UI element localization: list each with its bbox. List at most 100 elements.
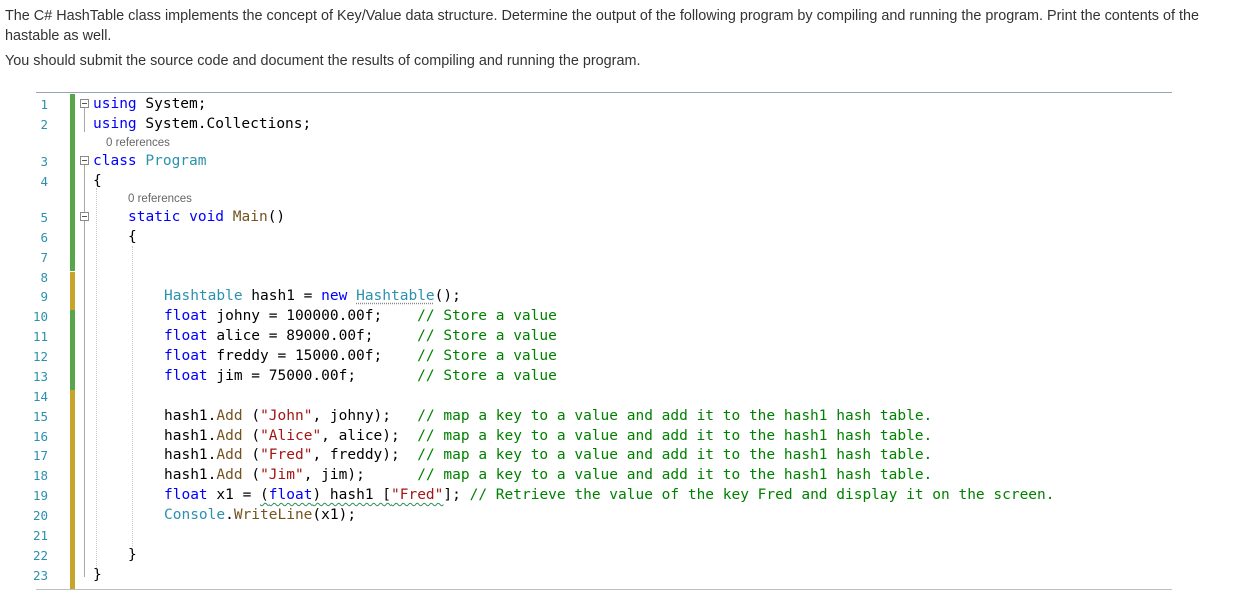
johny-declaration: johny = 100000.00f; xyxy=(207,308,418,324)
argument-johny: , johny); xyxy=(312,408,418,424)
hash1-ref: hash1. xyxy=(164,428,217,444)
type-hashtable-constructor: Hashtable xyxy=(356,288,435,304)
class-console: Console xyxy=(164,507,226,523)
hash1-declaration: hash1 = xyxy=(242,288,322,304)
open-brace: { xyxy=(93,173,102,189)
close-brace: } xyxy=(93,567,102,583)
cast-rest: ) hash1 [ xyxy=(312,487,392,503)
comment-store-value: // Store a value xyxy=(417,308,557,324)
open-paren: ( xyxy=(242,428,261,444)
line-number: 1 xyxy=(40,97,48,112)
comment-store-value: // Store a value xyxy=(417,328,557,344)
line-number: 23 xyxy=(32,568,48,583)
x1-declaration: x1 = xyxy=(207,487,261,503)
change-indicator-modified xyxy=(70,272,75,310)
code-line-10[interactable]: float johny = 100000.00f; // Store a val… xyxy=(164,306,557,326)
line-number: 2 xyxy=(40,117,48,132)
line-number: 6 xyxy=(40,230,48,245)
code-line-3[interactable]: class Program xyxy=(93,151,207,171)
keyword-class: class xyxy=(93,153,137,169)
argument-jim: , jim); xyxy=(303,467,418,483)
comment-store-value: // Store a value xyxy=(417,368,557,384)
line-number: 11 xyxy=(32,329,48,344)
code-line-2[interactable]: using System.Collections; xyxy=(93,114,311,134)
code-line-20[interactable]: Console.WriteLine(x1); xyxy=(164,505,356,525)
open-paren: ( xyxy=(242,447,261,463)
parens: () xyxy=(267,209,286,225)
code-line-1[interactable]: using System; xyxy=(93,94,207,114)
indent-guide xyxy=(96,188,97,568)
comment-retrieve-value: // Retrieve the value of the key Fred an… xyxy=(460,487,1055,503)
hash1-ref: hash1. xyxy=(164,447,217,463)
code-line-5[interactable]: static void Main() xyxy=(128,207,285,227)
open-brace: { xyxy=(128,229,137,245)
keyword-float: float xyxy=(164,328,208,344)
keyword-using: using xyxy=(93,96,137,112)
change-indicator-modified xyxy=(70,390,75,590)
string-alice: "Alice" xyxy=(260,428,322,444)
collapse-toggle-icon[interactable] xyxy=(80,99,89,108)
keyword-float: float xyxy=(164,368,208,384)
line-number: 8 xyxy=(40,270,48,285)
namespace-system-collections: System.Collections; xyxy=(136,116,312,132)
line-number: 3 xyxy=(40,154,48,169)
code-line-6[interactable]: { xyxy=(128,227,137,247)
code-line-16[interactable]: hash1.Add ("Alice", alice); // map a key… xyxy=(164,426,932,446)
class-name-program: Program xyxy=(136,153,207,169)
code-line-17[interactable]: hash1.Add ("Fred", freddy); // map a key… xyxy=(164,445,932,465)
method-main: Main xyxy=(224,209,268,225)
code-line-12[interactable]: float freddy = 15000.00f; // Store a val… xyxy=(164,346,557,366)
code-line-4[interactable]: { xyxy=(93,171,102,191)
code-line-9[interactable]: Hashtable hash1 = new Hashtable(); xyxy=(164,286,461,306)
string-john: "John" xyxy=(260,408,313,424)
type-hashtable: Hashtable xyxy=(164,288,243,304)
freddy-declaration: freddy = 15000.00f; xyxy=(207,348,418,364)
string-jim: "Jim" xyxy=(260,467,304,483)
line-number: 17 xyxy=(32,448,48,463)
cast-expression-warning[interactable]: (float) hash1 ["Fred" xyxy=(260,487,443,503)
question-paragraph: The C# HashTable class implements the co… xyxy=(5,8,1200,44)
code-line-11[interactable]: float alice = 89000.00f; // Store a valu… xyxy=(164,326,557,346)
dot: . xyxy=(225,507,234,523)
collapse-toggle-icon[interactable] xyxy=(80,212,89,221)
collapse-toggle-icon[interactable] xyxy=(80,156,89,165)
jim-declaration: jim = 75000.00f; xyxy=(207,368,418,384)
line-number: 12 xyxy=(32,349,48,364)
method-add: Add xyxy=(216,447,243,463)
line-number: 21 xyxy=(32,528,48,543)
change-indicator-saved xyxy=(70,310,75,390)
argument-freddy: , freddy); xyxy=(312,447,418,463)
line-number: 14 xyxy=(32,389,48,404)
keyword-float: float xyxy=(164,308,208,324)
keyword-float: float xyxy=(164,348,208,364)
method-writeline: WriteLine xyxy=(233,507,313,523)
code-line-15[interactable]: hash1.Add ("John", johny); // map a key … xyxy=(164,406,932,426)
code-line-13[interactable]: float jim = 75000.00f; // Store a value xyxy=(164,366,557,386)
line-number: 13 xyxy=(32,369,48,384)
comment-map-key: // map a key to a value and add it to th… xyxy=(417,408,933,424)
constructor-call-end: (); xyxy=(434,288,461,304)
line-number: 10 xyxy=(32,309,48,324)
line-number: 5 xyxy=(40,210,48,225)
code-editor[interactable]: 1 2 3 4 5 6 7 8 9 10 11 12 13 14 15 16 1… xyxy=(0,92,1172,592)
codelens-references-link[interactable]: 0 references xyxy=(106,136,170,150)
writeline-args: (x1); xyxy=(312,507,357,523)
keyword-float: float xyxy=(268,487,313,503)
line-number: 16 xyxy=(32,429,48,444)
comment-store-value: // Store a value xyxy=(417,348,557,364)
line-number: 4 xyxy=(40,174,48,189)
code-line-22[interactable]: } xyxy=(128,545,137,565)
code-line-18[interactable]: hash1.Add ("Jim", jim); // map a key to … xyxy=(164,465,932,485)
comment-map-key: // map a key to a value and add it to th… xyxy=(417,467,933,483)
codelens-references-link[interactable]: 0 references xyxy=(128,192,192,206)
line-number: 15 xyxy=(32,409,48,424)
code-line-19[interactable]: float x1 = (float) hash1 ["Fred"]; // Re… xyxy=(164,485,1055,505)
string-fred: "Fred" xyxy=(391,487,444,503)
method-add: Add xyxy=(216,428,243,444)
close-brace: } xyxy=(128,547,137,563)
argument-alice: , alice); xyxy=(321,428,418,444)
method-add: Add xyxy=(216,408,243,424)
cast-open-paren: ( xyxy=(260,487,269,503)
code-line-23[interactable]: } xyxy=(93,565,102,585)
editor-bottom-border xyxy=(36,589,1172,590)
